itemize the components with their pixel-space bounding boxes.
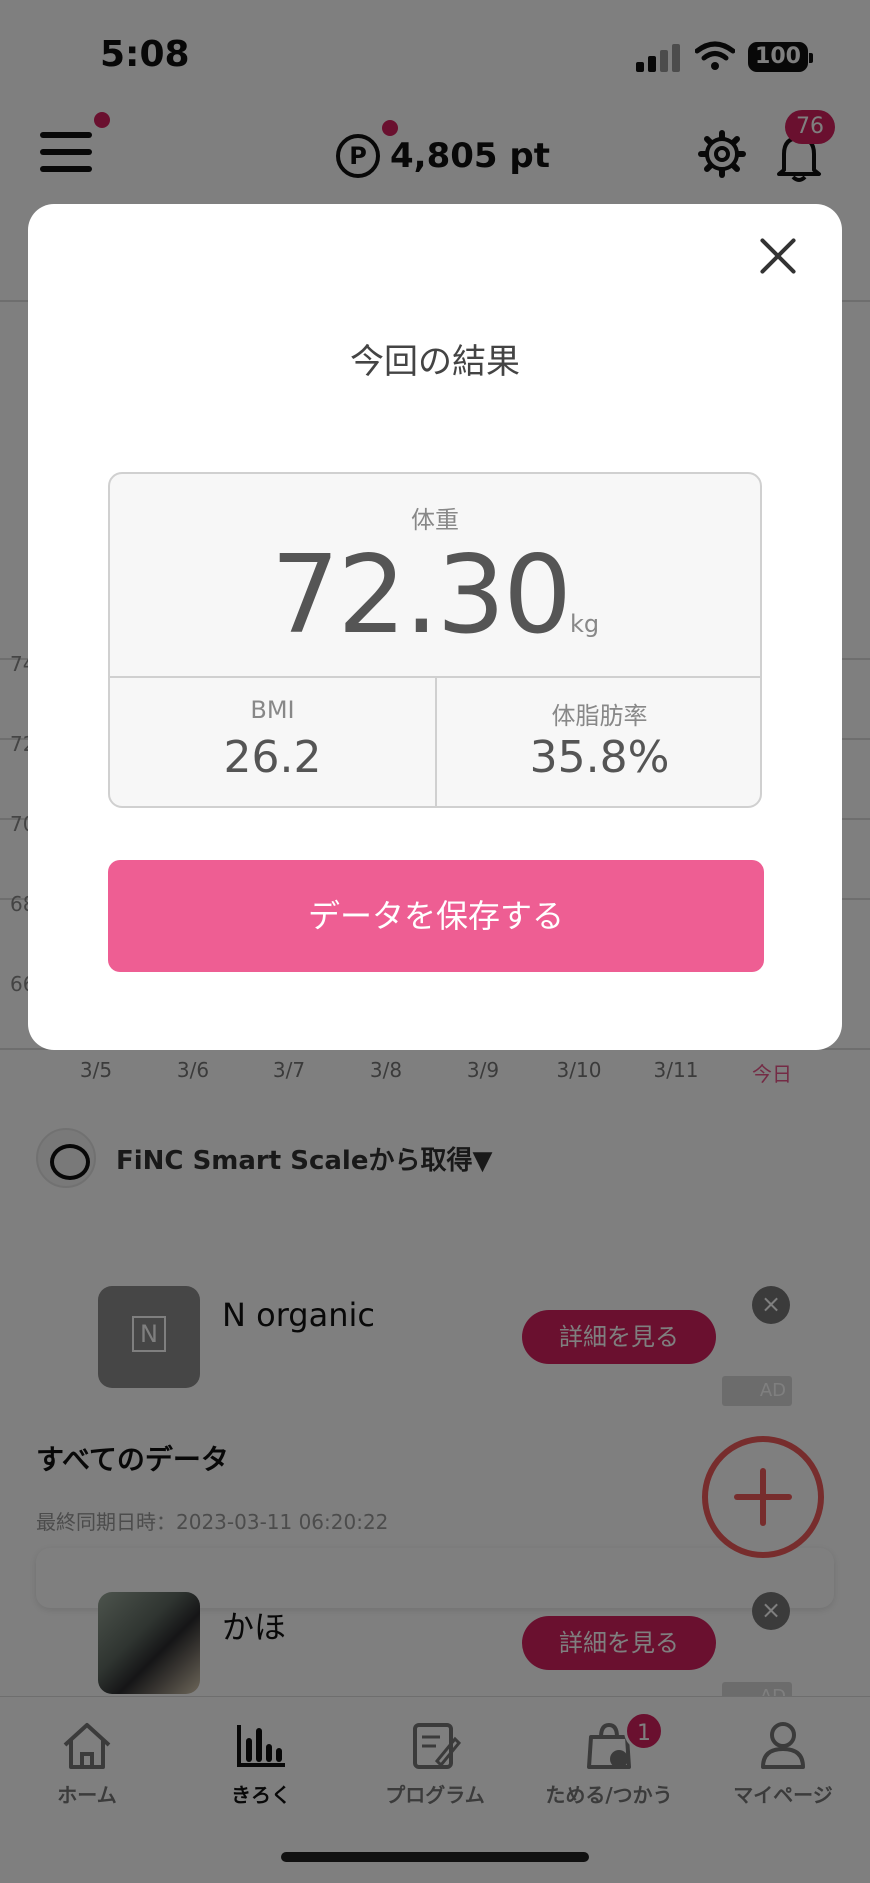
bmi-label: BMI (250, 696, 295, 724)
bmi-value: 26.2 (223, 732, 322, 783)
weight-number: 72.30 (270, 533, 572, 658)
body-fat-value: 35.8% (529, 732, 670, 783)
result-box: 体重 72.30kg BMI 26.2 体脂肪率 35.8% (108, 472, 762, 808)
save-data-button[interactable]: データを保存する (108, 860, 764, 972)
home-indicator (281, 1852, 589, 1862)
result-modal: 今回の結果 体重 72.30kg BMI 26.2 体脂肪率 35.8% データ… (28, 204, 842, 1050)
weight-label: 体重 (411, 506, 459, 534)
body-fat-label: 体脂肪率 (551, 702, 648, 730)
close-icon[interactable] (754, 232, 802, 280)
weight-unit: kg (570, 610, 600, 638)
modal-title: 今回の結果 (350, 342, 520, 382)
weight-value: 72.30kg (110, 536, 760, 684)
